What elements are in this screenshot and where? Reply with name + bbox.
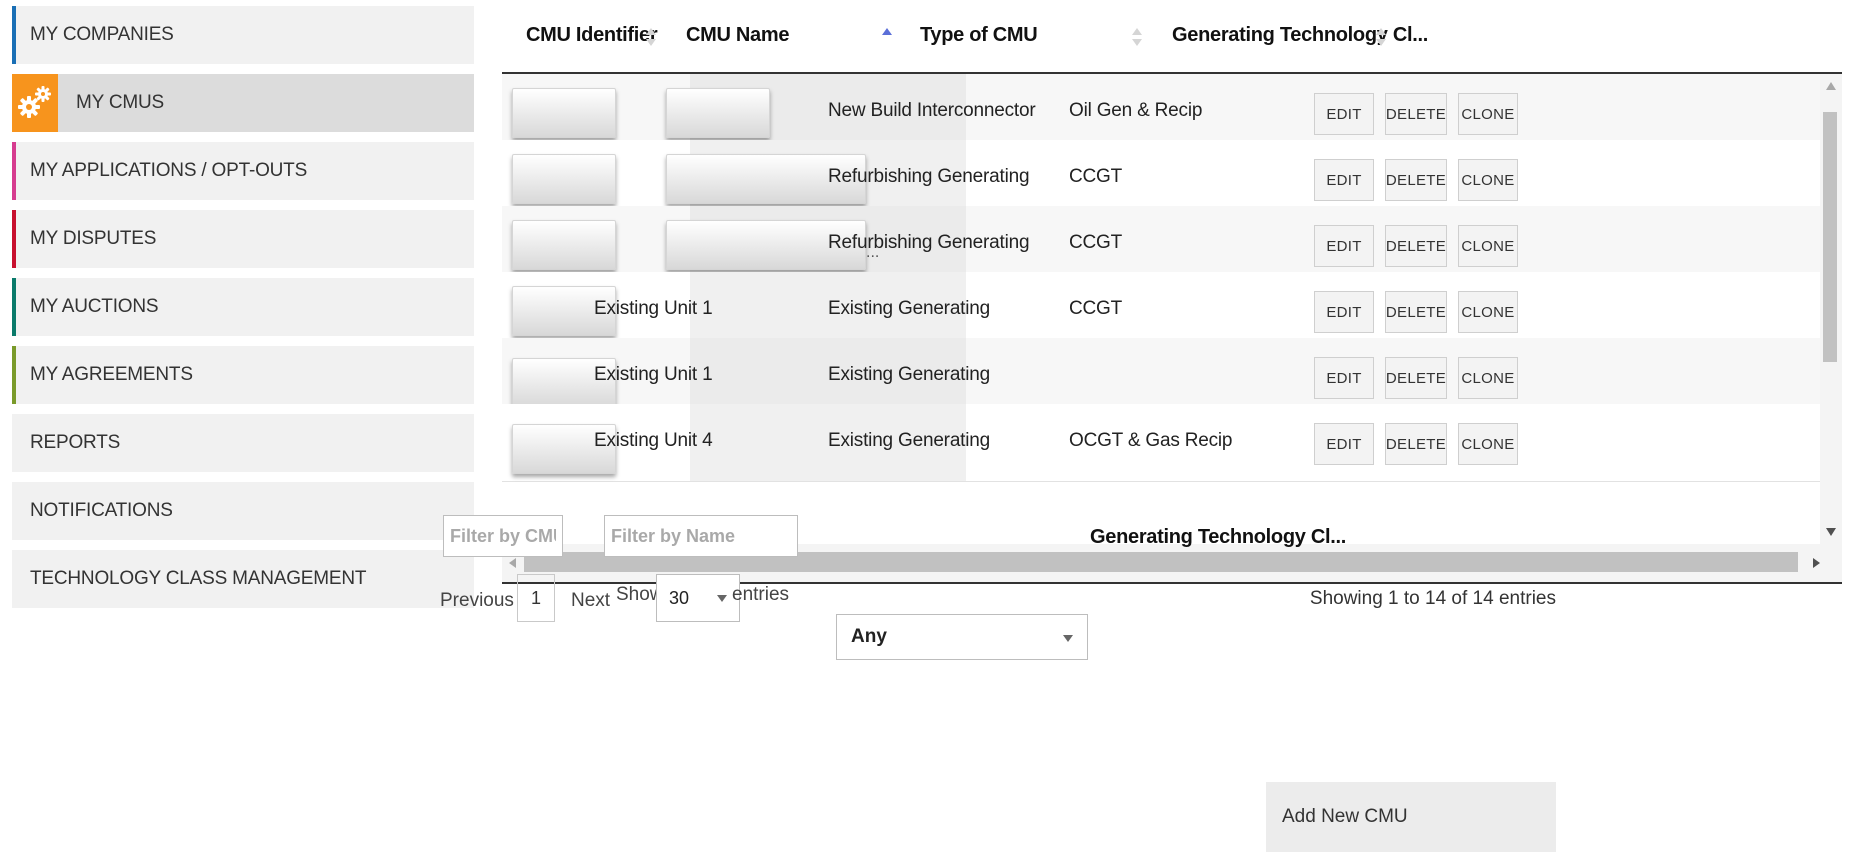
sidebar-item-my-auctions[interactable]: MY AUCTIONS [12, 278, 474, 336]
delete-button[interactable]: DELETE [1385, 423, 1447, 465]
edit-button[interactable]: EDIT [1314, 93, 1374, 135]
clone-button[interactable]: CLONE [1458, 159, 1518, 201]
filter-type-select[interactable]: Any [836, 614, 1088, 660]
sort-icon[interactable] [646, 28, 656, 50]
clone-button[interactable]: CLONE [1458, 93, 1518, 135]
sidebar-item-label: MY CMUS [76, 92, 164, 113]
delete-button[interactable]: DELETE [1385, 159, 1447, 201]
sidebar-item-technology-class-management[interactable]: TECHNOLOGY CLASS MANAGEMENT [12, 550, 474, 608]
filter-cmu-name-input[interactable] [604, 515, 798, 557]
sidebar-item-notifications[interactable]: NOTIFICATIONS [12, 482, 474, 540]
entries-label: entries [732, 584, 790, 605]
delete-button[interactable]: DELETE [1385, 225, 1447, 267]
cell-technology: OCGT & Gas Recip [1069, 430, 1233, 451]
cell-technology: Oil Gen & Recip [1069, 100, 1203, 121]
edit-button[interactable]: EDIT [1314, 225, 1374, 267]
cell-name: Existing Unit 4 [594, 430, 713, 451]
previous-page-link[interactable]: Previous [440, 590, 514, 612]
sidebar-item-my-cmus[interactable]: MY CMUS [12, 74, 474, 132]
redacted-cmu-name [666, 88, 770, 138]
sidebar-nav: MY COMPANIES MY CMUS MY APPLICATIONS / O… [12, 6, 474, 618]
page-length-select[interactable]: 30 [656, 574, 740, 622]
sidebar-item-label: TECHNOLOGY CLASS MANAGEMENT [30, 568, 367, 589]
delete-button[interactable]: DELETE [1385, 93, 1447, 135]
page-length-value: 30 [669, 587, 690, 608]
column-header-cmu-identifier[interactable]: CMU Identifier [526, 24, 658, 47]
redacted-cmu-identifier [512, 220, 616, 270]
delete-button[interactable]: DELETE [1385, 291, 1447, 333]
sort-icon[interactable] [1132, 28, 1142, 50]
sort-ascending-icon[interactable] [882, 28, 892, 50]
column-header-generating-technology[interactable]: Generating Technology Cl... [1172, 24, 1428, 47]
redacted-cmu-identifier [512, 154, 616, 204]
cell-type: Existing Generating [828, 430, 991, 451]
edit-button[interactable]: EDIT [1314, 291, 1374, 333]
cell-name: Existing Unit 1 [594, 298, 713, 319]
cell-type: New Build Interconnector [828, 100, 1036, 121]
filter-cmu-identifier-input[interactable] [443, 515, 563, 557]
sidebar-item-my-agreements[interactable]: MY AGREEMENTS [12, 346, 474, 404]
cell-type: Refurbishing Generating [828, 166, 1030, 187]
chevron-down-icon [1063, 635, 1073, 642]
clone-button[interactable]: CLONE [1458, 291, 1518, 333]
clone-button[interactable]: CLONE [1458, 357, 1518, 399]
table-info-text: Showing 1 to 14 of 14 entries [1309, 588, 1556, 609]
filter-technology-label: Generating Technology Cl... [1090, 526, 1347, 548]
table-body: New Build Interconnector Oil Gen & Recip… [502, 74, 1820, 544]
cell-type: Refurbishing Generating [828, 232, 1030, 253]
cell-name: Existing Unit 1 [594, 364, 713, 385]
column-header-type-of-cmu[interactable]: Type of CMU [920, 24, 1038, 47]
edit-button[interactable]: EDIT [1314, 159, 1374, 201]
sidebar-item-label: MY AUCTIONS [30, 296, 159, 317]
vertical-scroll-thumb[interactable] [1823, 112, 1837, 362]
cell-technology: CCGT [1069, 298, 1123, 319]
clone-button[interactable]: CLONE [1458, 423, 1518, 465]
table-row: Existing Unit 4 Existing Generating OCGT… [502, 404, 1820, 482]
sidebar-item-label: MY APPLICATIONS / OPT-OUTS [30, 160, 308, 181]
clone-button[interactable]: CLONE [1458, 225, 1518, 267]
redacted-cmu-identifier [512, 88, 616, 138]
sidebar-item-label: NOTIFICATIONS [30, 500, 173, 521]
sidebar-item-label: MY AGREEMENTS [30, 364, 193, 385]
sort-icon[interactable] [1376, 28, 1386, 50]
table-header: CMU Identifier CMU Name Type of CMU Gene… [502, 0, 1842, 74]
sidebar-item-label: MY DISPUTES [30, 228, 157, 249]
scroll-down-arrow-icon[interactable] [1826, 528, 1836, 536]
cell-type: Existing Generating [828, 298, 991, 319]
sidebar-item-reports[interactable]: REPORTS [12, 414, 474, 472]
scroll-left-arrow-icon[interactable] [509, 558, 516, 568]
filter-type-selected-value: Any [851, 626, 887, 647]
sidebar-item-my-companies[interactable]: MY COMPANIES [12, 6, 474, 64]
edit-button[interactable]: EDIT [1314, 423, 1374, 465]
add-new-cmu-button[interactable]: Add New CMU [1266, 782, 1556, 852]
scroll-right-arrow-icon[interactable] [1813, 558, 1820, 568]
cell-technology: CCGT [1069, 166, 1123, 187]
sidebar-item-label: REPORTS [30, 432, 121, 453]
next-page-link[interactable]: Next [571, 590, 610, 612]
page-number-button[interactable]: 1 [517, 574, 555, 622]
edit-button[interactable]: EDIT [1314, 357, 1374, 399]
cell-technology: CCGT [1069, 232, 1123, 253]
delete-button[interactable]: DELETE [1385, 357, 1447, 399]
column-header-cmu-name[interactable]: CMU Name [686, 24, 789, 47]
chevron-down-icon [717, 595, 727, 602]
sidebar-item-my-disputes[interactable]: MY DISPUTES [12, 210, 474, 268]
gears-icon [12, 74, 58, 132]
scroll-up-arrow-icon[interactable] [1826, 82, 1836, 90]
cell-type: Existing Generating [828, 364, 991, 385]
sidebar-item-my-applications[interactable]: MY APPLICATIONS / OPT-OUTS [12, 142, 474, 200]
vertical-scrollbar[interactable] [1820, 74, 1842, 544]
sidebar-item-label: MY COMPANIES [30, 24, 174, 45]
